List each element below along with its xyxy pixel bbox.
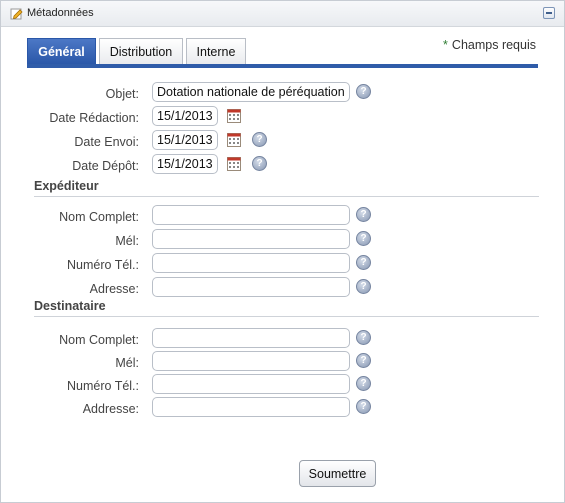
help-icon[interactable]: ? <box>252 156 267 171</box>
destinataire-mel-input[interactable] <box>152 351 350 371</box>
calendar-icon[interactable] <box>227 133 241 147</box>
destinataire-adresse-label: Addresse: <box>82 402 139 416</box>
expediteur-nom-label: Nom Complet: <box>59 210 139 224</box>
expediteur-heading: Expéditeur <box>34 179 99 193</box>
tab-distribution[interactable]: Distribution <box>99 38 183 64</box>
destinataire-tel-input[interactable] <box>152 374 350 394</box>
help-icon[interactable]: ? <box>356 84 371 99</box>
destinataire-tel-label: Numéro Tél.: <box>66 379 139 393</box>
help-icon[interactable]: ? <box>356 330 371 345</box>
collapse-minus-icon[interactable] <box>543 7 555 19</box>
help-icon[interactable]: ? <box>252 132 267 147</box>
help-icon[interactable]: ? <box>356 353 371 368</box>
date-redaction-label: Date Rédaction: <box>49 111 139 125</box>
expediteur-nom-input[interactable] <box>152 205 350 225</box>
help-icon[interactable]: ? <box>356 399 371 414</box>
objet-input[interactable]: Dotation nationale de péréquation <box>152 82 350 102</box>
destinataire-nom-label: Nom Complet: <box>59 333 139 347</box>
help-icon[interactable]: ? <box>356 231 371 246</box>
required-fields-note: * Champs requis <box>443 38 536 52</box>
panel-title: Métadonnées <box>27 7 94 19</box>
destinataire-heading: Destinataire <box>34 299 106 313</box>
date-depot-input[interactable]: 15/1/2013 <box>152 154 218 174</box>
expediteur-adresse-input[interactable] <box>152 277 350 297</box>
destinataire-adresse-input[interactable] <box>152 397 350 417</box>
pencil-icon <box>10 8 23 20</box>
calendar-icon[interactable] <box>227 157 241 171</box>
destinataire-mel-label: Mél: <box>115 356 139 370</box>
tab-interne[interactable]: Interne <box>186 38 246 64</box>
help-icon[interactable]: ? <box>356 376 371 391</box>
expediteur-tel-label: Numéro Tél.: <box>66 258 139 272</box>
expediteur-adresse-label: Adresse: <box>89 282 139 296</box>
tab-underline <box>27 64 538 68</box>
section-divider <box>34 196 539 197</box>
date-envoi-label: Date Envoi: <box>74 135 139 149</box>
destinataire-nom-input[interactable] <box>152 328 350 348</box>
objet-label: Objet: <box>105 87 139 101</box>
tab-general[interactable]: Général <box>27 38 96 64</box>
expediteur-mel-label: Mél: <box>115 234 139 248</box>
help-icon[interactable]: ? <box>356 207 371 222</box>
required-text: Champs requis <box>451 38 536 52</box>
section-divider <box>34 316 539 317</box>
help-icon[interactable]: ? <box>356 279 371 294</box>
date-redaction-input[interactable]: 15/1/2013 <box>152 106 218 126</box>
calendar-icon[interactable] <box>227 109 241 123</box>
panel-titlebar: Métadonnées <box>1 1 564 27</box>
help-icon[interactable]: ? <box>356 255 371 270</box>
submit-button[interactable]: Soumettre <box>299 460 376 487</box>
metadata-panel: Métadonnées Général Distribution Interne… <box>0 0 565 503</box>
required-star: * <box>443 38 448 52</box>
expediteur-tel-input[interactable] <box>152 253 350 273</box>
date-envoi-input[interactable]: 15/1/2013 <box>152 130 218 150</box>
date-depot-label: Date Dépôt: <box>72 159 139 173</box>
expediteur-mel-input[interactable] <box>152 229 350 249</box>
